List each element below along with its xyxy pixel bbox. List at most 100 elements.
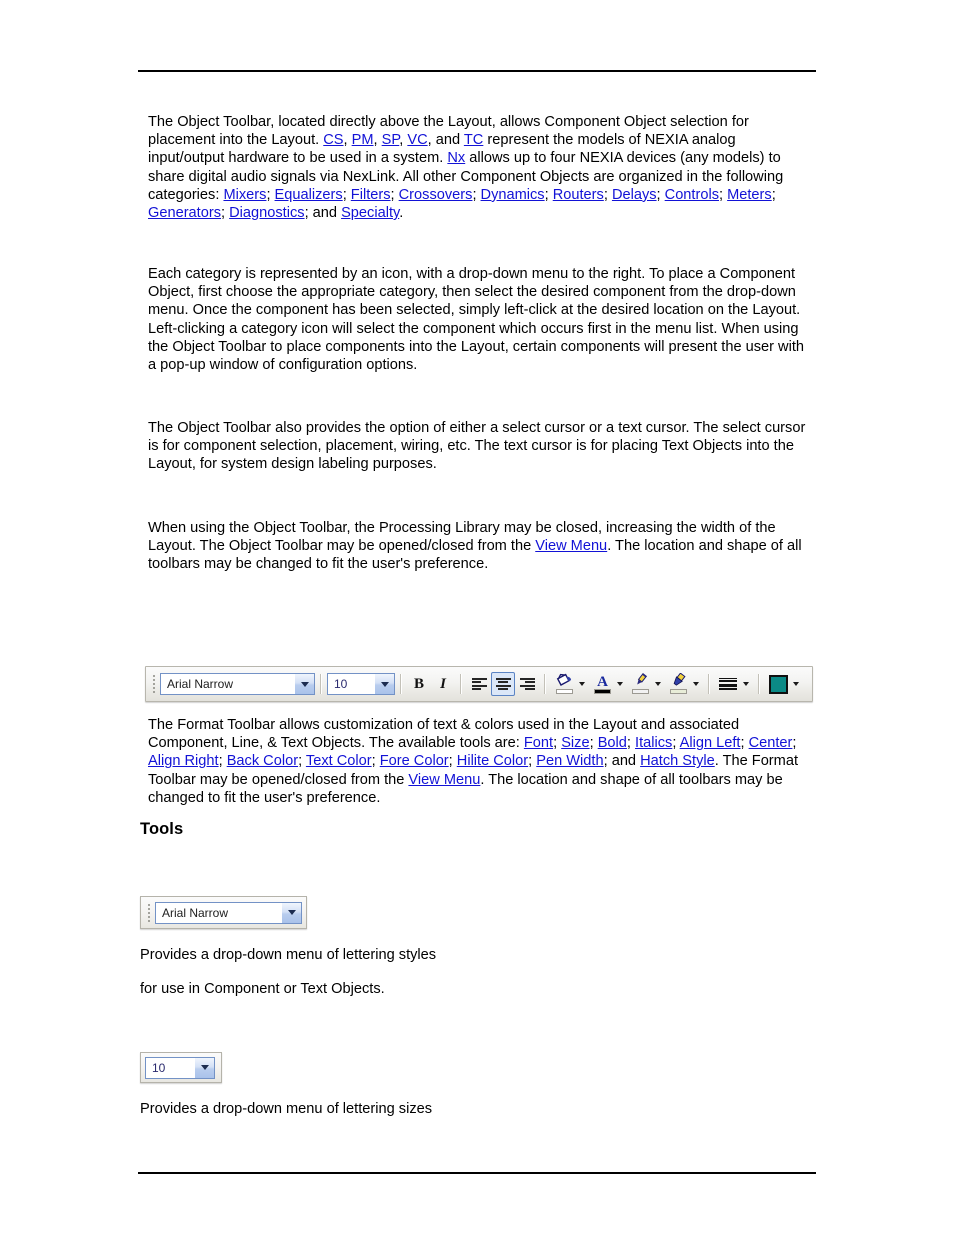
caption-font-widget-line2: for use in Component or Text Objects. bbox=[140, 981, 385, 997]
link-controls[interactable]: Controls bbox=[665, 187, 719, 203]
italic-button[interactable]: I bbox=[431, 672, 455, 696]
highlighter-icon bbox=[673, 672, 686, 686]
link-hatch-style[interactable]: Hatch Style bbox=[640, 753, 715, 769]
text-run: ; bbox=[218, 753, 227, 770]
text-run: ; bbox=[719, 186, 728, 203]
link-equalizers[interactable]: Equalizers bbox=[275, 187, 343, 203]
text-run: ; bbox=[589, 735, 598, 752]
text-color-swatch bbox=[593, 688, 611, 694]
link-bold[interactable]: Bold bbox=[598, 735, 627, 751]
link-size[interactable]: Size bbox=[561, 735, 589, 751]
font-family-combobox-standalone[interactable]: Arial Narrow bbox=[155, 901, 302, 924]
chevron-down-icon bbox=[287, 910, 296, 915]
link-hilite-color[interactable]: Hilite Color bbox=[457, 753, 528, 769]
link-font[interactable]: Font bbox=[524, 735, 553, 751]
link-back-color[interactable]: Back Color bbox=[227, 753, 298, 769]
text-run: ; and bbox=[603, 753, 641, 770]
link-align-right[interactable]: Align Right bbox=[148, 753, 219, 769]
font-family-dropdown-button[interactable] bbox=[294, 674, 314, 694]
text-color-dropdown-button[interactable] bbox=[614, 673, 626, 695]
fore-color-dropdown-button[interactable] bbox=[652, 673, 664, 695]
hilite-color-dropdown-button[interactable] bbox=[690, 673, 702, 695]
paint-bucket-icon bbox=[556, 673, 571, 686]
chevron-down-icon bbox=[300, 681, 309, 687]
font-color-A-icon: A bbox=[597, 674, 608, 688]
font-family-tool-widget[interactable]: Arial Narrow bbox=[140, 896, 307, 929]
link-mixers[interactable]: Mixers bbox=[223, 187, 266, 203]
link-generators[interactable]: Generators bbox=[148, 205, 221, 221]
fore-color-split-button[interactable] bbox=[628, 672, 664, 697]
align-center-button[interactable] bbox=[491, 672, 515, 696]
link-vc[interactable]: VC bbox=[407, 132, 427, 148]
toolbar-grip-handle[interactable] bbox=[150, 673, 157, 695]
document-page: The Object Toolbar, located directly abo… bbox=[0, 0, 954, 1235]
toolbar-separator bbox=[544, 674, 546, 694]
text-run: . bbox=[399, 205, 404, 222]
font-size-dropdown-button[interactable] bbox=[194, 1057, 214, 1078]
link-delays[interactable]: Delays bbox=[612, 187, 657, 203]
bold-button[interactable]: B bbox=[407, 672, 431, 696]
link-sp[interactable]: SP bbox=[382, 132, 400, 148]
caption-font-widget-line1: Provides a drop-down menu of lettering s… bbox=[140, 947, 437, 963]
paragraph-cursor-options: The Object Toolbar also provides the opt… bbox=[148, 420, 806, 473]
link-pm[interactable]: PM bbox=[352, 132, 374, 148]
paragraph-processing-library: When using the Object Toolbar, the Proce… bbox=[148, 519, 810, 574]
font-size-dropdown-button[interactable] bbox=[374, 674, 394, 694]
link-routers[interactable]: Routers bbox=[553, 187, 604, 203]
back-color-split-button[interactable] bbox=[552, 672, 588, 697]
hilite-color-split-button[interactable] bbox=[666, 672, 702, 697]
line-width-icon bbox=[719, 677, 737, 691]
font-size-combobox[interactable]: 10 bbox=[327, 673, 395, 695]
font-family-combobox[interactable]: Arial Narrow bbox=[160, 673, 315, 695]
link-italics[interactable]: Italics bbox=[635, 735, 672, 751]
hatch-style-split-button[interactable] bbox=[766, 672, 802, 697]
pen-width-dropdown-button[interactable] bbox=[740, 673, 752, 695]
hilite-color-button[interactable] bbox=[666, 672, 690, 697]
chevron-down-icon bbox=[743, 682, 749, 686]
font-size-tool-widget[interactable]: 10 bbox=[140, 1052, 222, 1083]
link-view-menu[interactable]: View Menu bbox=[408, 772, 480, 788]
link-text-color[interactable]: Text Color bbox=[306, 753, 372, 769]
text-run: ; bbox=[472, 186, 481, 203]
link-tc[interactable]: TC bbox=[464, 132, 483, 148]
link-crossovers[interactable]: Crossovers bbox=[399, 187, 473, 203]
link-align-left[interactable]: Align Left bbox=[680, 735, 741, 751]
chevron-down-icon bbox=[655, 682, 661, 686]
link-nx[interactable]: Nx bbox=[447, 150, 465, 166]
text-color-button[interactable]: A bbox=[590, 672, 614, 697]
fore-color-button[interactable] bbox=[628, 672, 652, 697]
link-view-menu[interactable]: View Menu bbox=[535, 538, 607, 554]
link-cs[interactable]: CS bbox=[323, 132, 343, 148]
font-family-dropdown-button[interactable] bbox=[281, 902, 301, 923]
text-color-split-button[interactable]: A bbox=[590, 672, 626, 697]
link-dynamics[interactable]: Dynamics bbox=[481, 187, 545, 203]
format-toolbar[interactable]: Arial Narrow 10 B I A bbox=[145, 666, 813, 702]
svg-text:A: A bbox=[597, 674, 608, 688]
align-left-button[interactable] bbox=[467, 672, 491, 696]
link-filters[interactable]: Filters bbox=[351, 187, 391, 203]
link-diagnostics[interactable]: Diagnostics bbox=[229, 205, 304, 221]
link-pen-width[interactable]: Pen Width bbox=[536, 753, 603, 769]
pen-width-split-button[interactable] bbox=[716, 672, 752, 697]
link-center[interactable]: Center bbox=[749, 735, 793, 751]
pen-width-button[interactable] bbox=[716, 672, 740, 697]
back-color-button[interactable] bbox=[552, 672, 576, 697]
link-meters[interactable]: Meters bbox=[727, 187, 772, 203]
toolbar-grip-handle[interactable] bbox=[145, 902, 152, 924]
toolbar-separator bbox=[320, 674, 322, 694]
back-color-dropdown-button[interactable] bbox=[576, 673, 588, 695]
link-specialty[interactable]: Specialty bbox=[341, 205, 399, 221]
align-center-icon bbox=[495, 677, 511, 691]
align-right-button[interactable] bbox=[515, 672, 539, 696]
text-run: ; bbox=[603, 186, 612, 203]
hatch-style-button[interactable] bbox=[766, 672, 790, 697]
text-run: , bbox=[343, 132, 352, 149]
font-size-combobox-standalone[interactable]: 10 bbox=[145, 1056, 215, 1079]
text-run: ; bbox=[792, 735, 797, 752]
back-color-swatch bbox=[555, 688, 573, 694]
hilite-color-swatch bbox=[669, 688, 687, 694]
text-run: , and bbox=[427, 132, 464, 149]
text-run: ; bbox=[656, 186, 665, 203]
link-fore-color[interactable]: Fore Color bbox=[380, 753, 449, 769]
hatch-style-dropdown-button[interactable] bbox=[790, 673, 802, 695]
